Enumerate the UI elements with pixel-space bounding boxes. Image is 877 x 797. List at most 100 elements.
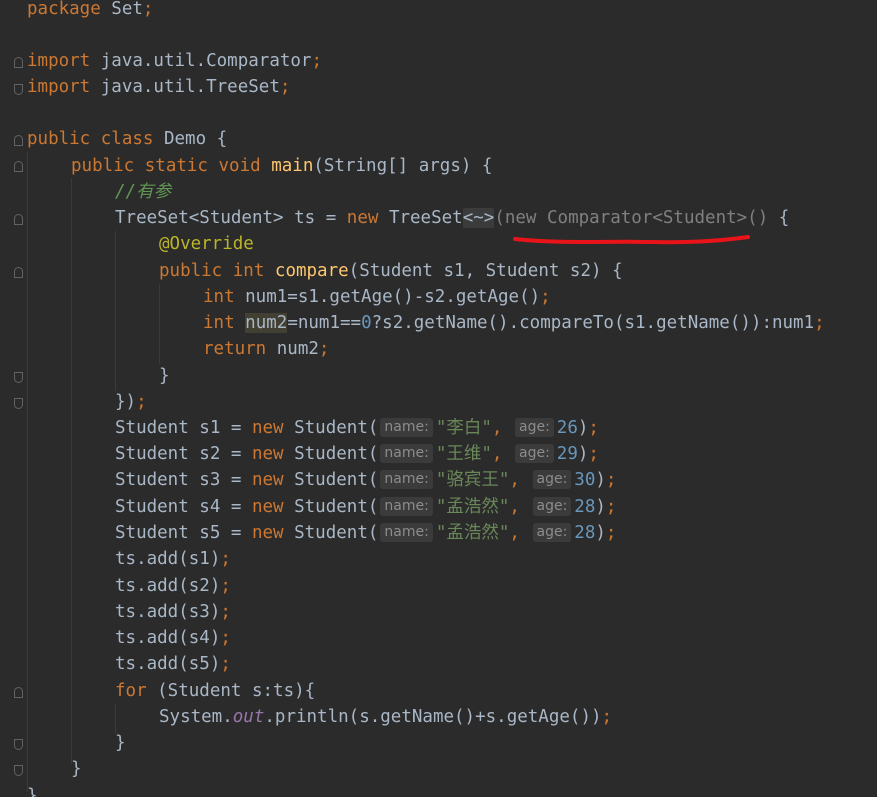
keyword-new: new [251, 497, 284, 517]
code-line-student-s2[interactable]: Student s2 = new Student(name: "王维", age:… [115, 441, 599, 467]
string-literal: "王维" [435, 444, 492, 464]
keyword-new: new [251, 470, 284, 490]
student-constructor: Student( [283, 523, 379, 543]
param-hint-age: age: [515, 418, 554, 437]
add-call: ts.add(s3) [115, 602, 221, 622]
comma: , [509, 523, 520, 543]
semicolon: ; [588, 444, 599, 464]
code-line-close-for[interactable]: } [115, 730, 126, 756]
fold-for-end-icon[interactable] [14, 739, 23, 750]
code-line-import-comparator[interactable]: import java.util.Comparator; [27, 48, 322, 74]
keyword-package: package [27, 0, 101, 19]
highlighted-variable-num2[interactable]: num2 [245, 313, 288, 333]
fold-main-icon[interactable] [14, 161, 23, 172]
semicolon: ; [814, 313, 825, 333]
ternary-expression: ?s2.getName().compareTo(s1.getName()):nu… [371, 313, 815, 333]
student-constructor: Student( [283, 497, 379, 517]
code-line-main-decl[interactable]: public static void main(String[] args) { [71, 153, 492, 179]
println-call: .println(s.getName()+s.getAge()) [264, 707, 602, 727]
code-line-treeset-decl[interactable]: TreeSet<Student> ts = new TreeSet<~>(new… [115, 205, 789, 231]
code-line-student-s1[interactable]: Student s1 = new Student(name: "李白", age:… [115, 415, 599, 441]
code-line-close-compare[interactable]: } [159, 363, 170, 389]
fold-import-end-icon[interactable] [14, 84, 23, 95]
student-declaration: Student s4 = [115, 497, 252, 517]
student-constructor: Student( [283, 418, 379, 438]
code-line-num1[interactable]: int num1=s1.getAge()-s2.getAge(); [203, 284, 551, 310]
open-brace: { [768, 208, 790, 228]
code-line-package[interactable]: package Set; [27, 0, 153, 22]
close-anonymous-class: }) [115, 392, 137, 412]
param-hint-age: age: [532, 523, 572, 542]
code-editor[interactable]: package Set; import java.util.Comparator… [0, 0, 877, 797]
student-constructor: Student( [283, 470, 379, 490]
semicolon: ; [220, 654, 231, 674]
code-line-add-s1[interactable]: ts.add(s1); [115, 546, 231, 572]
code-line-return[interactable]: return num2; [203, 336, 329, 362]
indent-guide [115, 231, 116, 391]
return-value: num2 [266, 339, 319, 359]
student-declaration: Student s3 = [115, 470, 252, 490]
code-line-student-s4[interactable]: Student s4 = new Student(name: "孟浩然", age… [115, 494, 616, 520]
semicolon: ; [311, 51, 323, 71]
close-brace: } [27, 786, 38, 797]
code-line-compare-decl[interactable]: public int compare(Student s1, Student s… [159, 258, 623, 284]
code-line-add-s2[interactable]: ts.add(s2); [115, 573, 231, 599]
fold-for-icon[interactable] [14, 687, 23, 698]
number-literal: 30 [574, 470, 596, 490]
treeset-type: TreeSet [378, 208, 463, 228]
compare-params: (Student s1, Student s2) { [348, 261, 623, 281]
code-line-class-decl[interactable]: public class Demo { [27, 126, 227, 152]
code-line-close-anonymous[interactable]: }); [115, 389, 147, 415]
comment: //有参 [115, 182, 172, 202]
number-literal: 29 [556, 444, 578, 464]
code-line-num2[interactable]: int num2=num1==0?s2.getName().compareTo(… [203, 310, 825, 336]
keyword-new: new [251, 418, 284, 438]
keyword-int: int [203, 287, 235, 307]
code-line-override[interactable]: @Override [159, 231, 254, 257]
close-brace: } [71, 759, 82, 779]
fold-compare-end-icon[interactable] [14, 372, 23, 383]
student-declaration: Student s5 = [115, 523, 252, 543]
import-path: java.util.Comparator [90, 51, 312, 71]
code-line-student-s5[interactable]: Student s5 = new Student(name: "孟浩然", age… [115, 520, 616, 546]
folded-diamond[interactable]: <~> [462, 208, 495, 228]
code-line-comment[interactable]: //有参 [115, 179, 171, 205]
code-line-add-s4[interactable]: ts.add(s4); [115, 625, 231, 651]
semicolon: ; [220, 549, 231, 569]
fold-import-start-icon[interactable] [14, 57, 23, 68]
close-paren: ) [595, 470, 606, 490]
fold-anonymous-class-icon[interactable] [14, 214, 23, 225]
semicolon: ; [136, 392, 147, 412]
semicolon: ; [540, 287, 551, 307]
fold-main-end-icon[interactable] [14, 765, 23, 776]
semicolon: ; [605, 497, 617, 517]
code-line-println[interactable]: System.out.println(s.getName()+s.getAge(… [159, 704, 612, 730]
code-line-add-s3[interactable]: ts.add(s3); [115, 599, 231, 625]
student-declaration: Student s2 = [115, 444, 252, 464]
indent-guide [27, 152, 28, 792]
red-underline-stroke [513, 235, 750, 245]
code-line-for[interactable]: for (Student s:ts){ [115, 678, 315, 704]
add-call: ts.add(s5) [115, 654, 221, 674]
indent-guide [159, 284, 160, 364]
method-compare: compare [264, 261, 349, 281]
treeset-declaration: TreeSet<Student> ts = [115, 208, 347, 228]
number-literal: 28 [574, 497, 596, 517]
keyword-void: void [207, 156, 261, 176]
param-hint-age: age: [515, 444, 554, 463]
code-line-add-s5[interactable]: ts.add(s5); [115, 651, 231, 677]
keyword-new: new [251, 444, 284, 464]
keyword-new: new [346, 208, 379, 228]
close-paren: ) [595, 523, 606, 543]
comma: , [509, 470, 520, 490]
code-line-student-s3[interactable]: Student s3 = new Student(name: "骆宾王", age… [115, 467, 616, 493]
string-literal: "李白" [435, 418, 492, 438]
code-line-close-main[interactable]: } [71, 756, 82, 782]
semicolon: ; [142, 0, 154, 19]
fold-anonymous-end-icon[interactable] [14, 398, 23, 409]
semicolon: ; [588, 418, 599, 438]
code-line-import-treeset[interactable]: import java.util.TreeSet; [27, 74, 290, 100]
code-line-close-class[interactable]: } [27, 783, 38, 797]
fold-class-icon[interactable] [14, 135, 23, 146]
fold-compare-method-icon[interactable] [14, 267, 23, 278]
